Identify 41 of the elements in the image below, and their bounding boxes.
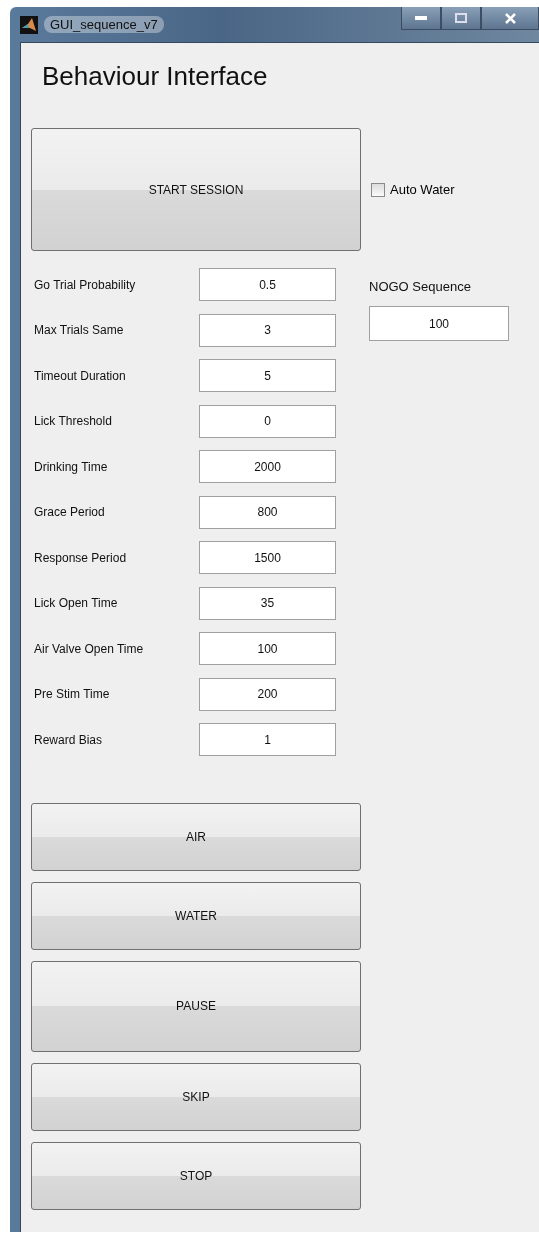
- parameter-field[interactable]: 1500: [199, 541, 336, 575]
- parameter-label: Timeout Duration: [33, 368, 127, 383]
- parameter-field[interactable]: 100: [199, 632, 336, 666]
- parameter-label: Response Period: [33, 550, 128, 565]
- checkbox[interactable]: [371, 182, 385, 197]
- checkbox-label: Auto Water: [390, 182, 455, 197]
- parameter-label: Go Trial Probability: [33, 277, 137, 292]
- parameter-field[interactable]: 5: [199, 359, 336, 393]
- parameter-field[interactable]: 3: [199, 313, 336, 347]
- action-button[interactable]: WATER: [31, 881, 361, 950]
- parameter-label: Lick Open Time: [33, 596, 119, 611]
- app-icon: [20, 15, 38, 34]
- parameter-label: Reward Bias: [33, 732, 104, 747]
- parameter-label: Drinking Time: [33, 459, 109, 474]
- parameter-field[interactable]: 1: [199, 723, 336, 757]
- close-icon: [504, 12, 516, 24]
- action-button[interactable]: PAUSE: [31, 960, 361, 1052]
- window-title: GUI_sequence_v7: [44, 16, 164, 33]
- parameter-label: NOGO Sequence: [369, 279, 472, 294]
- parameter-field[interactable]: 35: [199, 586, 336, 620]
- parameter-label: Grace Period: [33, 505, 106, 520]
- maximize-button[interactable]: [441, 7, 481, 30]
- parameter-label: Max Trials Same: [33, 323, 125, 338]
- parameter-field[interactable]: 200: [199, 677, 336, 711]
- parameter-label: Lick Threshold: [33, 414, 113, 429]
- parameter-field[interactable]: 0.5: [199, 268, 336, 302]
- parameter-label: Air Valve Open Time: [33, 641, 145, 656]
- parameter-field[interactable]: 100: [369, 306, 509, 341]
- parameter-field[interactable]: 2000: [199, 450, 336, 484]
- action-button[interactable]: AIR: [31, 802, 361, 871]
- minimize-icon: [415, 16, 427, 20]
- maximize-icon: [455, 13, 467, 23]
- start-session-button[interactable]: START SESSION: [31, 128, 361, 251]
- parameter-field[interactable]: 800: [199, 495, 336, 529]
- minimize-button[interactable]: [401, 7, 441, 30]
- parameter-field[interactable]: 0: [199, 404, 336, 438]
- parameter-label: Pre Stim Time: [33, 687, 111, 702]
- close-button[interactable]: [481, 7, 539, 30]
- action-button[interactable]: SKIP: [31, 1062, 361, 1131]
- heading: Behaviour Interface: [42, 61, 269, 93]
- action-button[interactable]: STOP: [31, 1141, 361, 1210]
